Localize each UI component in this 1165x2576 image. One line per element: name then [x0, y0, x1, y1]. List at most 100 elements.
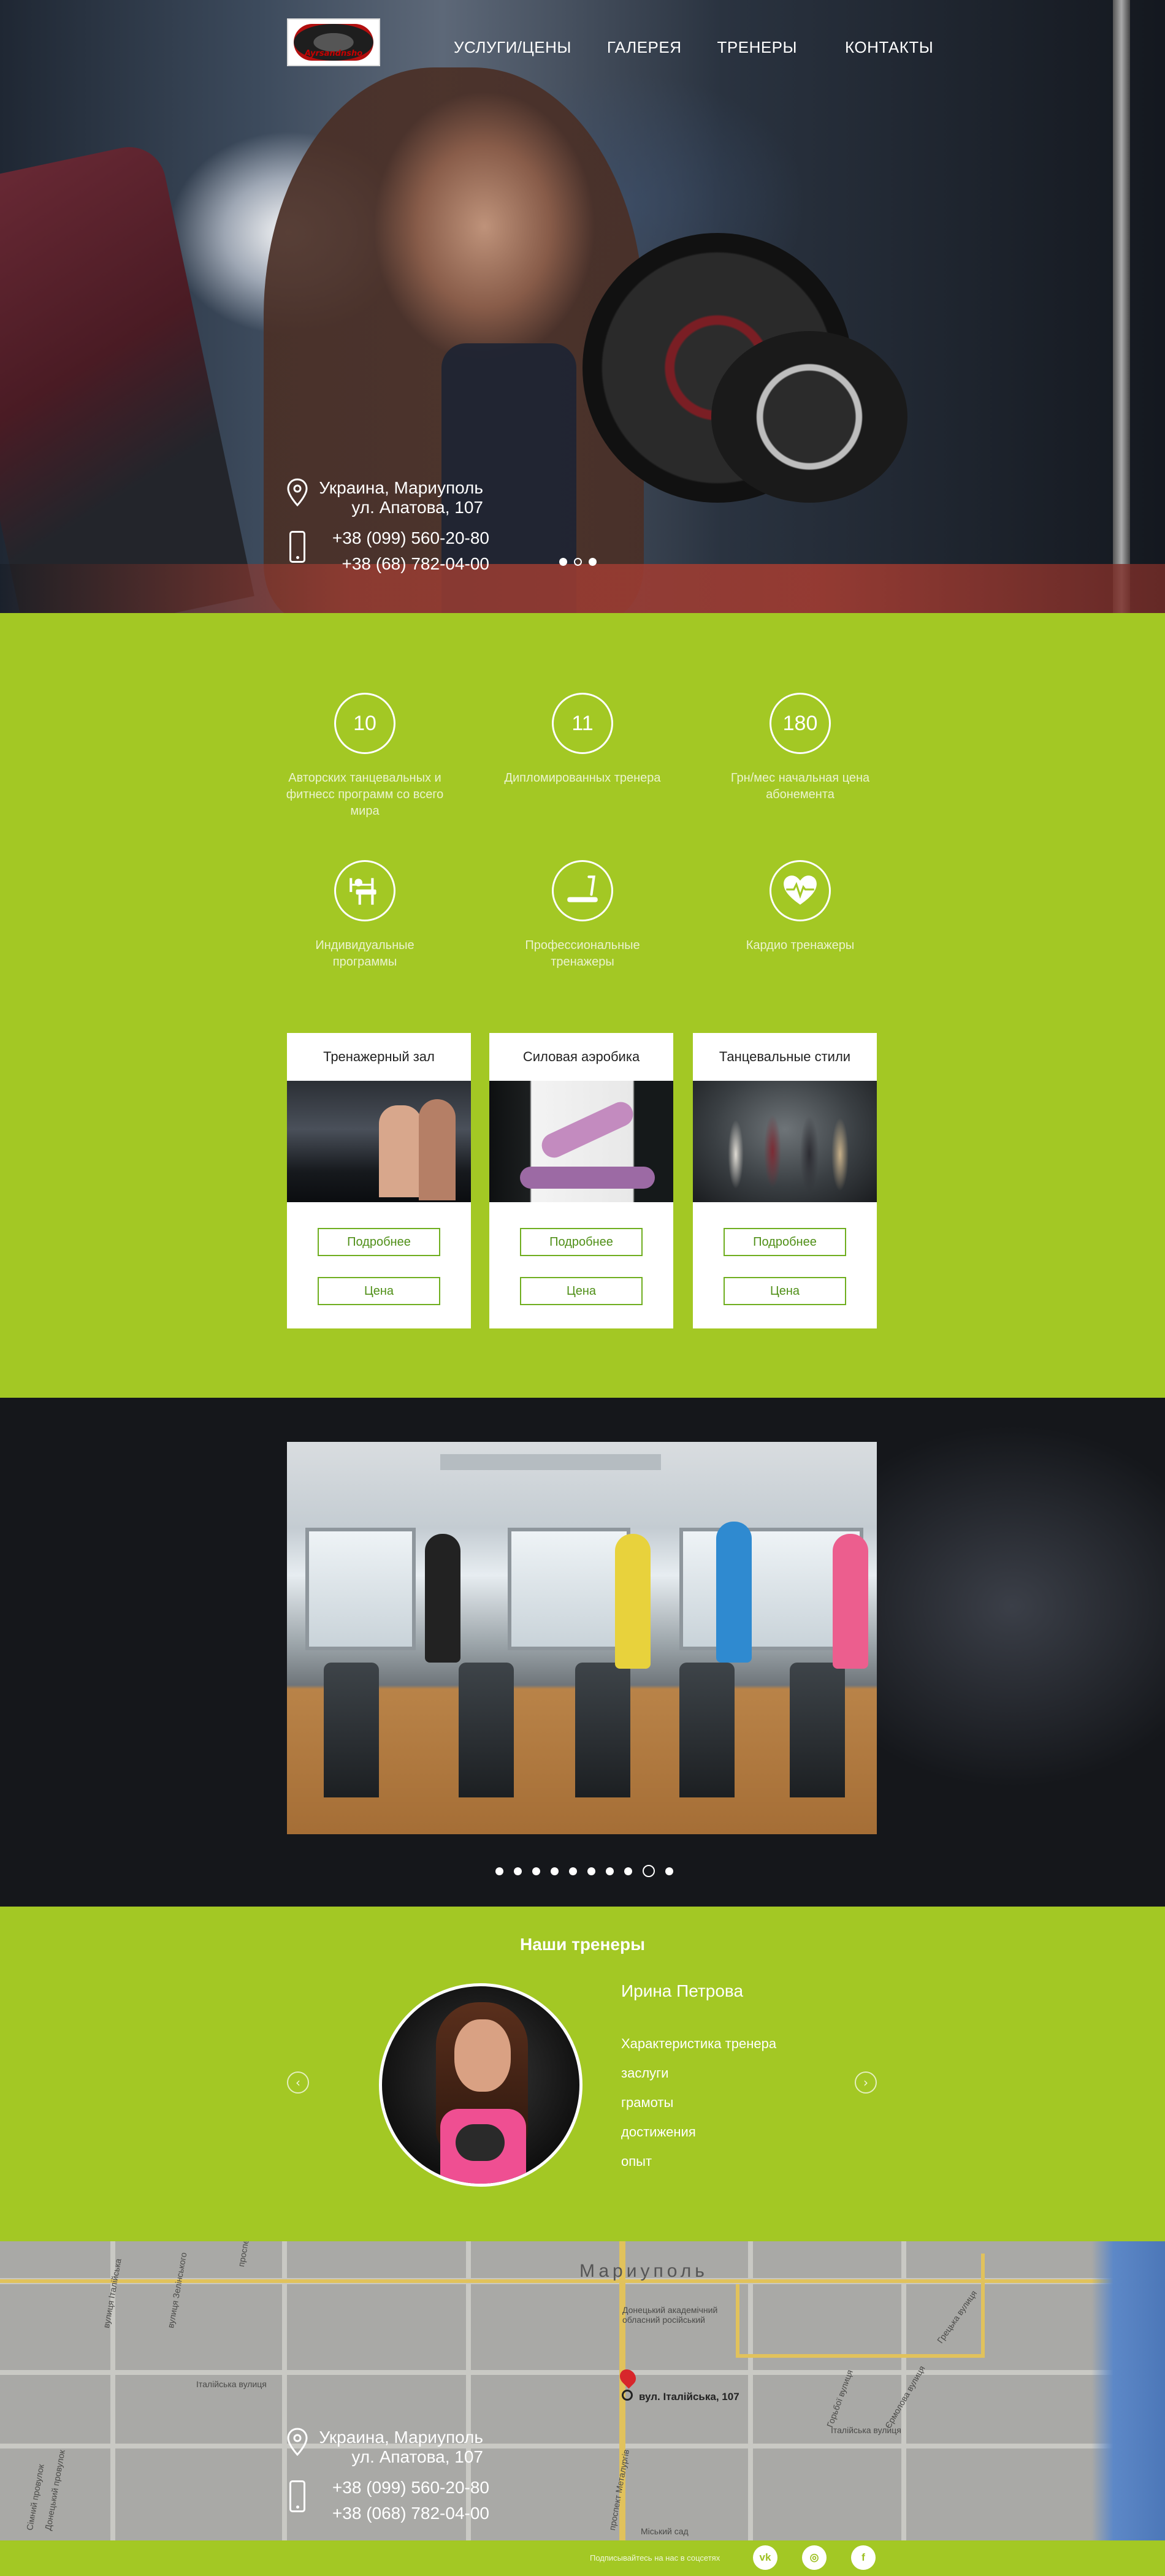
map-marker-label: вул. Італійська, 107 [639, 2391, 739, 2403]
trainer-avatar-dumbbell [456, 2124, 505, 2161]
gallery-photo-machine [459, 1663, 514, 1797]
hero-section: Ayrsandnsho УСЛУГИ/ЦЕНЫ ГАЛЕРЕЯ ТРЕНЕРЫ … [0, 0, 1165, 613]
hero-address: Украина, Мариуполь ул. Апатова, 107 [287, 478, 489, 527]
trainer-prev-button[interactable]: ‹ [287, 2071, 309, 2094]
map-phones: +38 (099) 560-20-80 +38 (068) 782-04-00 [287, 2477, 489, 2526]
map-label: Міський сад [641, 2526, 689, 2536]
hero-address-line2: ул. Апатова, 107 [351, 498, 483, 517]
gallery-slider-dot[interactable] [569, 1867, 577, 1875]
stat-programs: 10 Авторских танцевальных и фитнесс прог… [285, 693, 445, 820]
vk-icon[interactable]: vk [753, 2545, 777, 2570]
map-phone1[interactable]: +38 (099) 560-20-80 [332, 2478, 489, 2498]
stat-price: 180 Грн/мес начальная цена абонемента [720, 693, 880, 803]
trainer-detail-certificates: грамоты [621, 2095, 674, 2110]
feature-cardio: Кардио тренажеры [720, 860, 880, 954]
feature-individual: Индивидуальные программы [285, 860, 445, 970]
nav-trainers[interactable]: ТРЕНЕРЫ [717, 38, 798, 57]
map-address-line1: Украина, Мариуполь [319, 2428, 483, 2447]
heart-pulse-icon [784, 875, 817, 905]
feature-caption: Индивидуальные программы [315, 939, 414, 969]
nav-gallery[interactable]: ГАЛЕРЕЯ [607, 38, 682, 57]
footer: Подписывайтесь на нас в соцсетях vk ◎ f [0, 2540, 1165, 2576]
map-road [748, 2241, 753, 2540]
map-label: вулиця Італійська [101, 2257, 123, 2329]
gallery-photo-person [833, 1534, 868, 1669]
hero-phone2[interactable]: +38 (68) 782-04-00 [342, 554, 489, 574]
map-label: Донецький академічний обласний російськи… [622, 2305, 718, 2325]
facebook-icon[interactable]: f [851, 2545, 876, 2570]
logo-text: Ayrsandnsho [304, 49, 363, 58]
gallery-photo-ceiling [440, 1454, 661, 1470]
feature-caption: Кардио тренажеры [746, 939, 855, 952]
hero-slider-dot[interactable] [589, 558, 597, 566]
hero-slider-dot-active[interactable] [574, 558, 582, 566]
gallery-slider-dot[interactable] [495, 1867, 503, 1875]
service-card-gym: Тренажерный зал Подробнее Цена [287, 1033, 471, 1328]
stat-caption: Авторских танцевальных и фитнесс програм… [286, 771, 444, 818]
card-price-button[interactable]: Цена [724, 1277, 846, 1305]
map-phone2[interactable]: +38 (068) 782-04-00 [332, 2504, 489, 2523]
gallery-slider-dot[interactable] [606, 1867, 614, 1875]
card-price-button[interactable]: Цена [318, 1277, 440, 1305]
gallery-slider-dot[interactable] [551, 1867, 559, 1875]
card-more-button[interactable]: Подробнее [318, 1228, 440, 1256]
hero-rack-bar-image [1113, 0, 1130, 613]
instagram-icon[interactable]: ◎ [802, 2545, 827, 2570]
treadmill-icon [567, 875, 598, 902]
map-label: вулиця Зелінського [166, 2251, 189, 2329]
hero-slider-dots [559, 558, 603, 566]
card-price-button[interactable]: Цена [520, 1277, 643, 1305]
hero-slider-dot[interactable] [559, 558, 567, 566]
site-logo[interactable]: Ayrsandnsho [287, 18, 380, 66]
nav-contacts[interactable]: КОНТАКТЫ [845, 38, 933, 57]
feature-circle [334, 860, 395, 921]
gallery-photo-machine [575, 1663, 630, 1797]
map-target-icon [622, 2390, 633, 2401]
map-location-marker[interactable]: вул. Італійська, 107 [616, 2366, 739, 2403]
gallery-photo-machine [324, 1663, 379, 1797]
hero-address-line1: Украина, Мариуполь [319, 478, 483, 497]
gallery-slider-dot-active[interactable] [643, 1865, 655, 1877]
gallery-slider-dot[interactable] [514, 1867, 522, 1875]
map-city-label: Мариуполь [579, 2261, 708, 2281]
trainers-section: Наши тренеры ‹ Ирина Петрова Характерист… [0, 1907, 1165, 2241]
map-label: Сімний провулок [25, 2463, 46, 2531]
gallery-slider-dot[interactable] [587, 1867, 595, 1875]
hero-bottom-band [0, 564, 1165, 613]
feature-caption: Профессиональные тренажеры [525, 939, 640, 969]
map-label: Італійська вулиця [196, 2379, 267, 2389]
hero-phone1[interactable]: +38 (099) 560-20-80 [332, 528, 489, 548]
trainer-detail-experience: опыт [621, 2154, 652, 2169]
logo-emblem: Ayrsandnsho [294, 24, 373, 61]
trainer-details-list: Характеристика тренера заслуги грамоты д… [621, 2035, 776, 2182]
gallery-photo-person [425, 1534, 460, 1663]
map-label: Італійська вулиця [831, 2425, 901, 2435]
gallery-slider-dots [495, 1865, 684, 1877]
card-more-button[interactable]: Подробнее [520, 1228, 643, 1256]
map-road [0, 2370, 1165, 2375]
gallery-section [0, 1398, 1165, 1907]
gallery-slider-dot[interactable] [624, 1867, 632, 1875]
stat-caption: Грн/мес начальная цена абонемента [730, 771, 870, 801]
gallery-slider-dot[interactable] [665, 1867, 673, 1875]
gallery-current-photo[interactable] [287, 1442, 877, 1834]
gallery-photo-window [508, 1528, 630, 1650]
service-card-dance: Танцевальные стили Подробнее Цена [693, 1033, 877, 1328]
trainer-avatar [379, 1983, 582, 2187]
mobile-phone-icon [289, 531, 305, 563]
gallery-slider-dot[interactable] [532, 1867, 540, 1875]
hero-bench-image [0, 140, 254, 613]
map-label: Горьбої вулиця [825, 2368, 855, 2429]
hero-dumbbell-image [711, 331, 907, 503]
card-image-gym [287, 1081, 471, 1202]
feature-circle [552, 860, 613, 921]
card-more-button[interactable]: Подробнее [724, 1228, 846, 1256]
trainer-detail-merits: заслуги [621, 2065, 669, 2081]
gallery-photo-person [615, 1534, 651, 1669]
feature-equipment: Профессиональные тренажеры [503, 860, 662, 970]
gallery-photo-person [716, 1522, 752, 1663]
nav-services-prices[interactable]: УСЛУГИ/ЦЕНЫ [454, 38, 571, 57]
map-section[interactable]: Мариуполь Донецький академічний обласний… [0, 2241, 1165, 2540]
trainer-next-button[interactable]: › [855, 2071, 877, 2094]
map-main-road [739, 2354, 985, 2358]
